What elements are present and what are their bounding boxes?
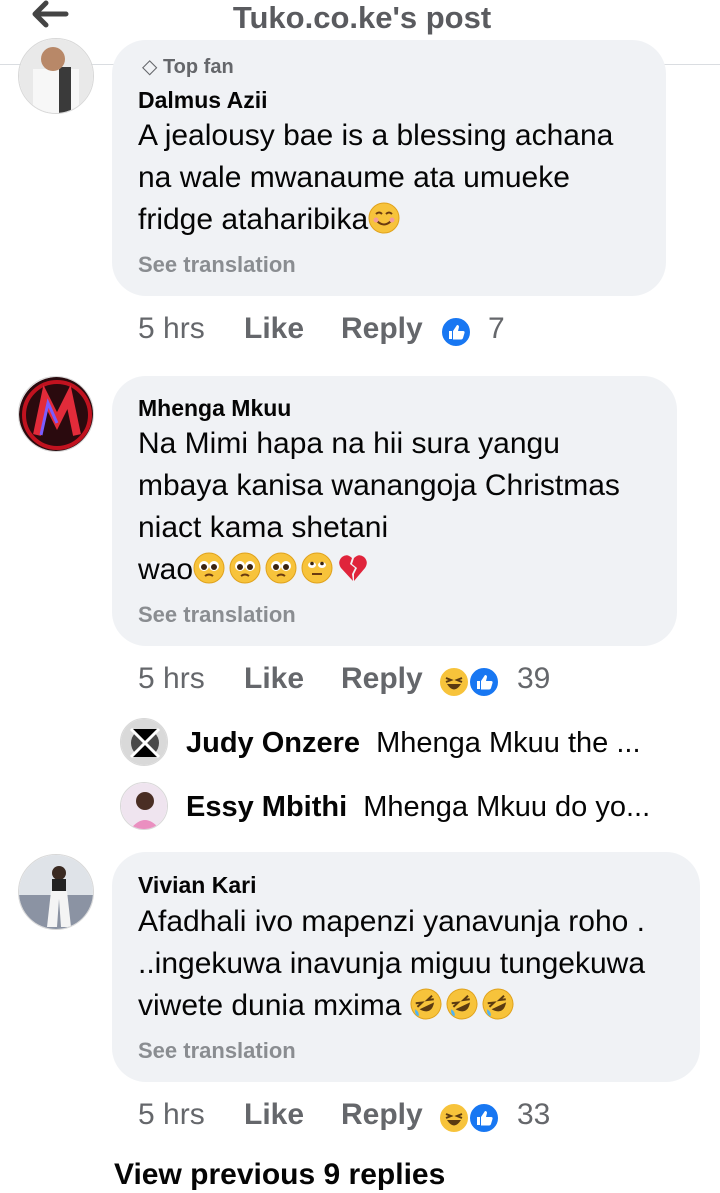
comment-time: 5 hrs — [138, 312, 205, 345]
reaction-count[interactable]: 7 — [488, 312, 505, 346]
comment-actions: 5 hrs Like Reply 39 — [138, 662, 598, 702]
avatar[interactable] — [18, 38, 94, 114]
like-reaction-icon[interactable] — [440, 316, 472, 348]
diamond-icon: ◇ — [142, 56, 158, 78]
comment-author[interactable]: Mhenga Mkuu — [138, 395, 291, 422]
like-button[interactable]: Like — [244, 312, 304, 346]
reply-preview[interactable]: Judy Onzere Mhenga Mkuu the ... — [186, 727, 641, 777]
reply-author: Essy Mbithi — [186, 791, 348, 823]
comment-author[interactable]: Dalmus Azii — [138, 87, 268, 114]
comment-author[interactable]: Vivian Kari — [138, 872, 256, 899]
avatar[interactable] — [18, 376, 94, 452]
view-previous-replies-link[interactable]: View previous 9 replies — [114, 1158, 445, 1192]
comment-text: A jealousy bae is a blessing achana na w… — [138, 119, 614, 236]
avatar[interactable] — [120, 718, 168, 766]
face-with-rolling-eyes-icon — [301, 552, 333, 584]
reply-button[interactable]: Reply — [341, 1098, 423, 1132]
avatar[interactable] — [18, 854, 94, 930]
page-title: Tuko.co.ke's post — [232, 0, 492, 35]
comment-time: 5 hrs — [138, 1098, 205, 1131]
reply-snippet: Mhenga Mkuu do yo... — [363, 791, 651, 823]
see-translation-link[interactable]: See translation — [138, 252, 296, 278]
comment-text: Afadhali ivo mapenzi yanavunja roho . ..… — [138, 905, 645, 1022]
see-translation-link[interactable]: See translation — [138, 1038, 296, 1064]
like-reaction-icon[interactable] — [468, 666, 500, 698]
haha-reaction-icon[interactable] — [438, 1102, 470, 1134]
reaction-count[interactable]: 39 — [517, 662, 550, 696]
reply-button[interactable]: Reply — [341, 312, 423, 346]
like-reaction-icon[interactable] — [468, 1102, 500, 1134]
reply-button[interactable]: Reply — [341, 662, 423, 696]
rolling-on-floor-laughing-icon — [410, 988, 442, 1020]
haha-reaction-icon[interactable] — [438, 666, 470, 698]
comment-actions: 5 hrs Like Reply 7 — [138, 312, 558, 352]
pleading-face-icon — [193, 552, 225, 584]
pleading-face-icon — [229, 552, 261, 584]
like-button[interactable]: Like — [244, 662, 304, 696]
reply-author: Judy Onzere — [186, 727, 361, 759]
comment-actions: 5 hrs Like Reply 33 — [138, 1098, 598, 1138]
comment-time: 5 hrs — [138, 662, 205, 695]
avatar[interactable] — [120, 782, 168, 830]
rolling-on-floor-laughing-icon — [482, 988, 514, 1020]
reply-snippet: Mhenga Mkuu the ... — [376, 727, 641, 759]
see-translation-link[interactable]: See translation — [138, 602, 296, 628]
pleading-face-icon — [265, 552, 297, 584]
broken-heart-icon — [339, 555, 367, 581]
reaction-count[interactable]: 33 — [517, 1098, 550, 1132]
comment-text: Na Mimi hapa na hii sura yangu mbaya kan… — [138, 427, 620, 586]
reply-preview[interactable]: Essy Mbithi Mhenga Mkuu do yo... — [186, 791, 650, 841]
like-button[interactable]: Like — [244, 1098, 304, 1132]
rolling-on-floor-laughing-icon — [446, 988, 478, 1020]
top-fan-badge: ◇ Top fan — [142, 56, 234, 78]
smiling-face-icon — [368, 202, 400, 234]
